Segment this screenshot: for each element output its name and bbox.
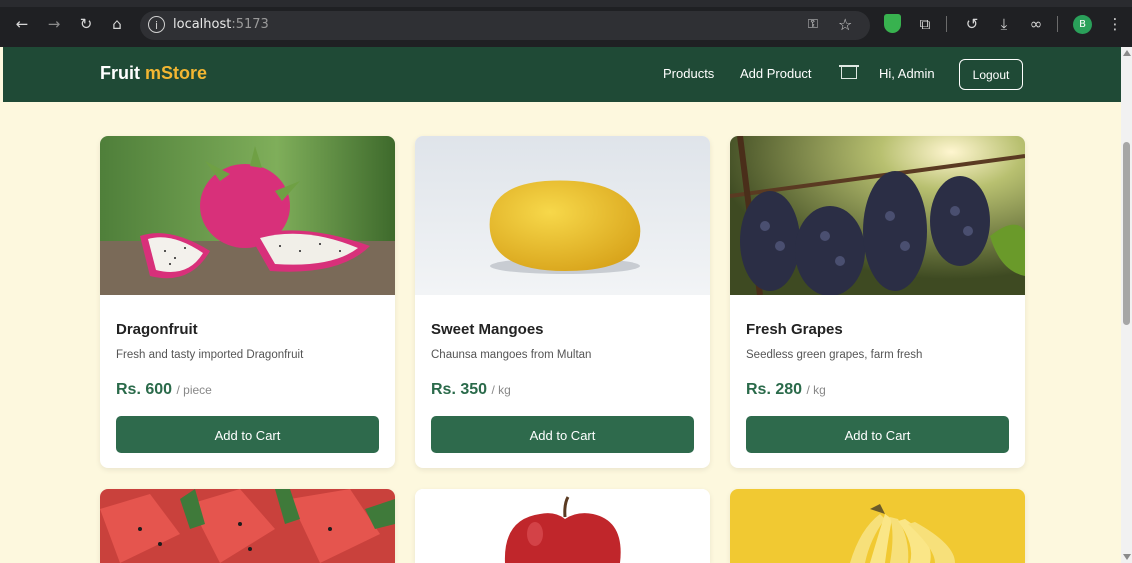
product-image-grapes [730, 136, 1025, 295]
app-navbar: Fruit mStore Products Add Product Hi, Ad… [3, 47, 1121, 102]
page-scrollbar[interactable] [1121, 47, 1132, 563]
product-image-mango [415, 136, 710, 295]
add-to-cart-button[interactable]: Add to Cart [431, 416, 694, 453]
product-price: Rs. 280 / kg [746, 381, 826, 398]
user-greeting: Hi, Admin [879, 66, 935, 81]
browser-toolbar: ← → ↻ ⌂ i localhost:5173 ⚿ ☆ ⧉ ↺ ⤓ ∞ B ⋮ [0, 0, 1132, 47]
brand-first-word: Fruit [100, 63, 140, 83]
product-card-fresh-grapes: Fresh Grapes Seedless green grapes, farm… [730, 136, 1025, 468]
product-image-banana [730, 489, 1025, 563]
forward-arrow-icon[interactable]: → [45, 15, 63, 33]
product-unit: / piece [176, 383, 212, 397]
cart-icon[interactable] [839, 65, 859, 79]
add-to-cart-button[interactable]: Add to Cart [746, 416, 1009, 453]
product-card-apple [415, 489, 710, 563]
product-name: Sweet Mangoes [431, 321, 544, 338]
shield-extension-icon[interactable] [884, 14, 901, 33]
product-card-watermelon [100, 489, 395, 563]
toolbar-separator [946, 16, 947, 32]
brand-second-word: mStore [145, 63, 208, 83]
product-image-apple [415, 489, 710, 563]
browser-top-strip [0, 0, 1132, 7]
address-bar[interactable]: i localhost:5173 ⚿ ☆ [140, 11, 870, 40]
download-icon[interactable]: ⤓ [995, 15, 1013, 33]
bookmark-star-icon[interactable]: ☆ [838, 15, 852, 34]
product-name: Dragonfruit [116, 321, 198, 338]
product-description: Chaunsa mangoes from Multan [431, 349, 592, 361]
product-name: Fresh Grapes [746, 321, 843, 338]
site-info-icon[interactable]: i [148, 16, 165, 33]
profile-avatar[interactable]: B [1073, 15, 1092, 34]
product-card-banana [730, 489, 1025, 563]
brand-logo[interactable]: Fruit mStore [100, 63, 207, 84]
nav-link-products[interactable]: Products [663, 66, 714, 81]
url-text: localhost:5173 [173, 17, 269, 32]
scroll-down-arrow-icon[interactable] [1123, 554, 1131, 560]
product-card-sweet-mangoes: Sweet Mangoes Chaunsa mangoes from Multa… [415, 136, 710, 468]
reload-icon[interactable]: ↻ [77, 15, 95, 33]
add-to-cart-button[interactable]: Add to Cart [116, 416, 379, 453]
toolbar-separator [1057, 16, 1058, 32]
product-card-dragonfruit: Dragonfruit Fresh and tasty imported Dra… [100, 136, 395, 468]
back-arrow-icon[interactable]: ← [13, 15, 31, 33]
history-icon[interactable]: ↺ [963, 15, 981, 33]
more-menu-icon[interactable]: ⋮ [1106, 15, 1124, 33]
product-price: Rs. 350 / kg [431, 381, 511, 398]
product-unit: / kg [806, 383, 826, 397]
product-image-watermelon [100, 489, 395, 563]
nav-link-add-product[interactable]: Add Product [740, 66, 812, 81]
home-icon[interactable]: ⌂ [108, 15, 126, 33]
product-image-dragonfruit [100, 136, 395, 295]
extensions-puzzle-icon[interactable]: ⧉ [916, 15, 934, 33]
link-icon[interactable]: ∞ [1027, 15, 1045, 33]
logout-button[interactable]: Logout [959, 59, 1023, 90]
product-description: Fresh and tasty imported Dragonfruit [116, 349, 304, 361]
scrollbar-thumb[interactable] [1123, 142, 1130, 325]
product-price: Rs. 600 / piece [116, 381, 212, 398]
scroll-up-arrow-icon[interactable] [1123, 50, 1131, 56]
product-description: Seedless green grapes, farm fresh [746, 349, 923, 361]
product-unit: / kg [491, 383, 511, 397]
password-key-icon[interactable]: ⚿ [808, 17, 818, 32]
